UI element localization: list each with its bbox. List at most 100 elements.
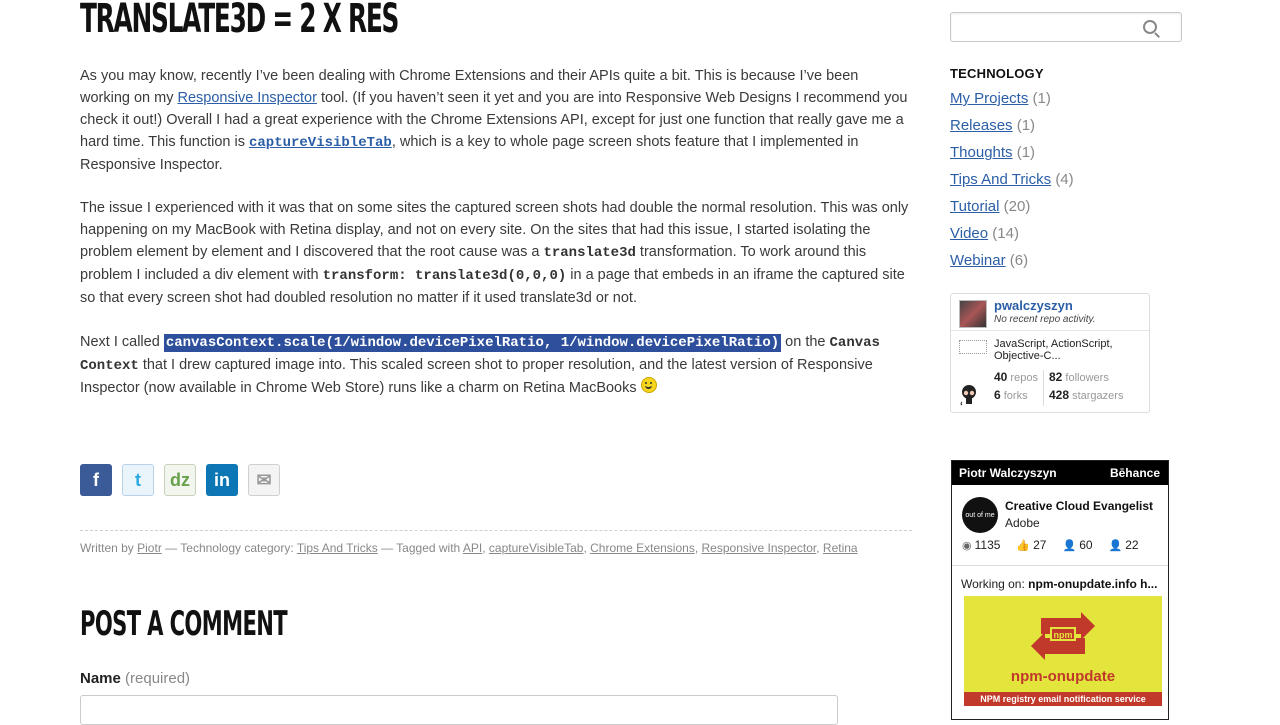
code-translate3d: translate3d bbox=[543, 245, 636, 261]
email-icon: ✉ bbox=[256, 469, 272, 490]
linkedin-share-button[interactable]: in bbox=[206, 464, 238, 496]
following-stat: 👤 22 bbox=[1108, 538, 1139, 552]
category-heading: TECHNOLOGY bbox=[950, 66, 1044, 81]
category-count: (6) bbox=[1009, 252, 1029, 269]
category-count: (14) bbox=[992, 225, 1019, 242]
paragraph-issue: The issue I experienced with it was that… bbox=[80, 197, 912, 309]
list-item: Tips And Tricks (4) bbox=[950, 171, 1074, 198]
search-icon[interactable] bbox=[1143, 20, 1157, 34]
github-activity: No recent repo activity. bbox=[994, 314, 1096, 325]
npm-logo-icon: npm bbox=[1031, 612, 1095, 660]
paragraph-intro: As you may know, recently I’ve been deal… bbox=[80, 65, 912, 176]
category-link[interactable]: Tips And Tricks bbox=[950, 171, 1051, 188]
required-hint: (required) bbox=[125, 670, 191, 687]
tag-link[interactable]: Chrome Extensions bbox=[590, 541, 695, 555]
category-link[interactable]: Tutorial bbox=[950, 198, 999, 215]
paragraph-text: Next I called bbox=[80, 334, 164, 350]
meta-text: — Tagged with bbox=[377, 541, 463, 555]
paragraph-text: that I drew captured image into. This sc… bbox=[80, 357, 873, 396]
thumbnail-title: npm-onupdate bbox=[1010, 668, 1116, 685]
working-on: Working on: npm-onupdate.info h... bbox=[961, 577, 1158, 591]
behance-company: Adobe bbox=[1005, 516, 1040, 530]
facebook-icon: f bbox=[93, 469, 99, 490]
github-badge: pwalczyszyn No recent repo activity. Jav… bbox=[950, 293, 1150, 413]
user-icon: 👤 bbox=[1062, 540, 1077, 552]
category-link[interactable]: Tips And Tricks bbox=[297, 541, 378, 555]
highlighted-code[interactable]: canvasContext.scale(1/window.devicePixel… bbox=[163, 334, 782, 352]
divider bbox=[80, 530, 912, 531]
project-thumbnail[interactable]: npm npm-onupdate NPM registry email noti… bbox=[964, 596, 1162, 706]
dzone-share-button[interactable]: dz bbox=[164, 464, 196, 496]
twitter-icon: t bbox=[135, 469, 141, 490]
category-link[interactable]: Releases bbox=[950, 117, 1013, 134]
category-link[interactable]: Thoughts bbox=[950, 144, 1013, 161]
twitter-share-button[interactable]: t bbox=[122, 464, 154, 496]
tag-link[interactable]: Retina bbox=[823, 541, 858, 555]
comment-title: POST A COMMENT bbox=[80, 604, 288, 644]
name-input[interactable] bbox=[80, 695, 838, 725]
behance-header[interactable]: Piotr Walczyszyn Bēhance bbox=[952, 461, 1168, 485]
eye-icon: ◉ bbox=[962, 540, 972, 552]
behance-role: Creative Cloud Evangelist bbox=[1005, 499, 1154, 513]
github-languages: JavaScript, ActionScript, Objective-C... bbox=[994, 338, 1113, 362]
category-count: (1) bbox=[1016, 144, 1036, 161]
meta-text: — Technology category: bbox=[161, 541, 297, 555]
category-link[interactable]: My Projects bbox=[950, 90, 1028, 107]
forks-stat[interactable]: 6 forks bbox=[994, 388, 1028, 402]
search-input[interactable] bbox=[950, 12, 1182, 42]
list-item: Video (14) bbox=[950, 225, 1074, 252]
divider bbox=[952, 565, 1168, 566]
name-label-text: Name bbox=[80, 670, 121, 687]
github-username[interactable]: pwalczyszyn bbox=[994, 298, 1073, 313]
category-link[interactable]: Webinar bbox=[950, 252, 1006, 269]
category-list: My Projects (1) Releases (1) Thoughts (1… bbox=[950, 90, 1074, 279]
share-buttons: f t dz in ✉ bbox=[80, 464, 280, 496]
name-label: Name (required) bbox=[80, 670, 190, 687]
paragraph-solution: Next I called canvasContext.scale(1/wind… bbox=[80, 331, 912, 399]
stargazers-stat[interactable]: 428 stargazers bbox=[1049, 388, 1123, 402]
octocat-icon bbox=[960, 385, 976, 406]
divider bbox=[1043, 370, 1044, 406]
email-share-button[interactable]: ✉ bbox=[248, 464, 280, 496]
tag-link[interactable]: API bbox=[463, 541, 482, 555]
linkedin-icon: in bbox=[214, 469, 230, 490]
dzone-icon: dz bbox=[170, 469, 190, 490]
thumbnail-description: NPM registry email notification service bbox=[964, 692, 1162, 706]
list-item: My Projects (1) bbox=[950, 90, 1074, 117]
divider bbox=[951, 330, 1149, 331]
behance-user-name[interactable]: Piotr Walczyszyn bbox=[959, 466, 1057, 480]
list-item: Webinar (6) bbox=[950, 252, 1074, 279]
post-title: TRANSLATE3D = 2 X RES bbox=[80, 0, 399, 42]
responsive-inspector-link[interactable]: Responsive Inspector bbox=[178, 90, 317, 106]
followers-stat[interactable]: 82 followers bbox=[1049, 370, 1109, 384]
post-meta: Written by Piotr — Technology category: … bbox=[80, 541, 858, 555]
list-item: Releases (1) bbox=[950, 117, 1074, 144]
behance-widget: Piotr Walczyszyn Bēhance out of me Creat… bbox=[951, 460, 1169, 720]
smiley-icon bbox=[640, 377, 657, 393]
language-icon bbox=[959, 340, 987, 354]
list-item: Thoughts (1) bbox=[950, 144, 1074, 171]
category-link[interactable]: Video bbox=[950, 225, 988, 242]
thumbs-up-icon: 👍 bbox=[1016, 540, 1031, 552]
author-link[interactable]: Piotr bbox=[137, 541, 162, 555]
meta-text: Written by bbox=[80, 541, 138, 555]
facebook-share-button[interactable]: f bbox=[80, 464, 112, 496]
paragraph-text: on the bbox=[781, 334, 830, 350]
working-project-link[interactable]: npm-onupdate.info h... bbox=[1028, 577, 1157, 591]
list-item: Tutorial (20) bbox=[950, 198, 1074, 225]
views-stat: ◉ 1135 bbox=[962, 538, 1001, 552]
svg-text:npm: npm bbox=[1054, 630, 1073, 640]
tag-link[interactable]: Responsive Inspector bbox=[702, 541, 817, 555]
category-count: (1) bbox=[1016, 117, 1036, 134]
behance-logo[interactable]: Bēhance bbox=[1110, 466, 1160, 480]
repos-stat[interactable]: 40 repos bbox=[994, 370, 1038, 384]
avatar[interactable] bbox=[959, 300, 987, 328]
capturevisibletab-link[interactable]: captureVisibleTab bbox=[249, 134, 392, 151]
appreciations-stat: 👍 27 bbox=[1016, 538, 1047, 552]
category-count: (20) bbox=[1003, 198, 1031, 215]
behance-avatar[interactable]: out of me bbox=[962, 497, 998, 533]
user-icon: 👤 bbox=[1108, 540, 1123, 552]
tag-link[interactable]: captureVisibleTab bbox=[489, 541, 584, 555]
followers-stat: 👤 60 bbox=[1062, 538, 1093, 552]
category-count: (4) bbox=[1055, 171, 1074, 188]
